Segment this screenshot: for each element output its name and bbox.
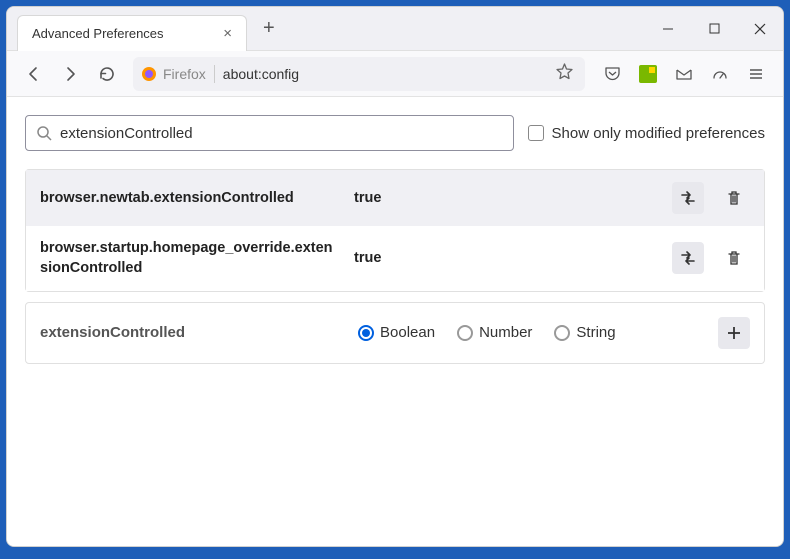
show-modified-toggle[interactable]: Show only modified preferences [528, 125, 765, 142]
radio-label: Boolean [380, 324, 435, 341]
close-tab-icon[interactable]: × [219, 23, 236, 44]
dashboard-icon[interactable] [703, 57, 737, 91]
maximize-button[interactable] [691, 7, 737, 51]
delete-button[interactable] [718, 242, 750, 274]
url-separator [214, 65, 215, 83]
prefs-table: browser.newtab.extensionControlled true … [25, 169, 765, 292]
minimize-button[interactable] [645, 7, 691, 51]
search-box[interactable] [25, 115, 514, 151]
delete-button[interactable] [718, 182, 750, 214]
tab-title: Advanced Preferences [32, 26, 164, 41]
browser-window: Advanced Preferences × + Firefox about:c… [6, 6, 784, 547]
radio-number[interactable]: Number [457, 324, 532, 341]
browser-tab[interactable]: Advanced Preferences × [17, 15, 247, 51]
toggle-button[interactable] [672, 242, 704, 274]
new-tab-button[interactable]: + [255, 13, 283, 44]
pref-value[interactable]: true [354, 250, 658, 266]
extension-icon[interactable] [631, 57, 665, 91]
pref-value[interactable]: true [354, 190, 658, 206]
close-window-button[interactable] [737, 7, 783, 51]
radio-label: Number [479, 324, 532, 341]
firefox-icon [141, 66, 157, 82]
search-icon [36, 125, 52, 141]
search-row: Show only modified preferences [25, 115, 765, 151]
url-path: about:config [223, 66, 299, 82]
reload-button[interactable] [89, 57, 123, 91]
show-modified-label: Show only modified preferences [552, 125, 765, 142]
pref-name[interactable]: browser.newtab.extensionControlled [40, 188, 340, 208]
radio-icon [554, 325, 570, 341]
page-content: Show only modified preferences browser.n… [7, 97, 783, 546]
back-button[interactable] [17, 57, 51, 91]
titlebar: Advanced Preferences × + [7, 7, 783, 51]
toggle-button[interactable] [672, 182, 704, 214]
pref-row: browser.startup.homepage_override.extens… [26, 226, 764, 291]
new-pref-row: extensionControlled Boolean Number Strin… [25, 302, 765, 364]
url-bar[interactable]: Firefox about:config [133, 57, 585, 91]
window-controls [645, 7, 783, 51]
radio-icon [358, 325, 374, 341]
add-button[interactable] [718, 317, 750, 349]
url-text: Firefox about:config [163, 65, 546, 83]
menu-icon[interactable] [739, 57, 773, 91]
browser-toolbar: Firefox about:config [7, 51, 783, 97]
pref-row: browser.newtab.extensionControlled true [26, 170, 764, 226]
search-input[interactable] [60, 125, 503, 142]
radio-icon [457, 325, 473, 341]
pocket-icon[interactable] [595, 57, 629, 91]
url-prefix: Firefox [163, 66, 206, 82]
new-pref-name: extensionControlled [40, 324, 340, 341]
forward-button[interactable] [53, 57, 87, 91]
checkbox-icon [528, 125, 544, 141]
bookmark-star-icon[interactable] [552, 59, 577, 89]
radio-string[interactable]: String [554, 324, 615, 341]
radio-boolean[interactable]: Boolean [358, 324, 435, 341]
pref-name[interactable]: browser.startup.homepage_override.extens… [40, 238, 340, 279]
type-radio-group: Boolean Number String [358, 324, 700, 341]
radio-label: String [576, 324, 615, 341]
inbox-icon[interactable] [667, 57, 701, 91]
